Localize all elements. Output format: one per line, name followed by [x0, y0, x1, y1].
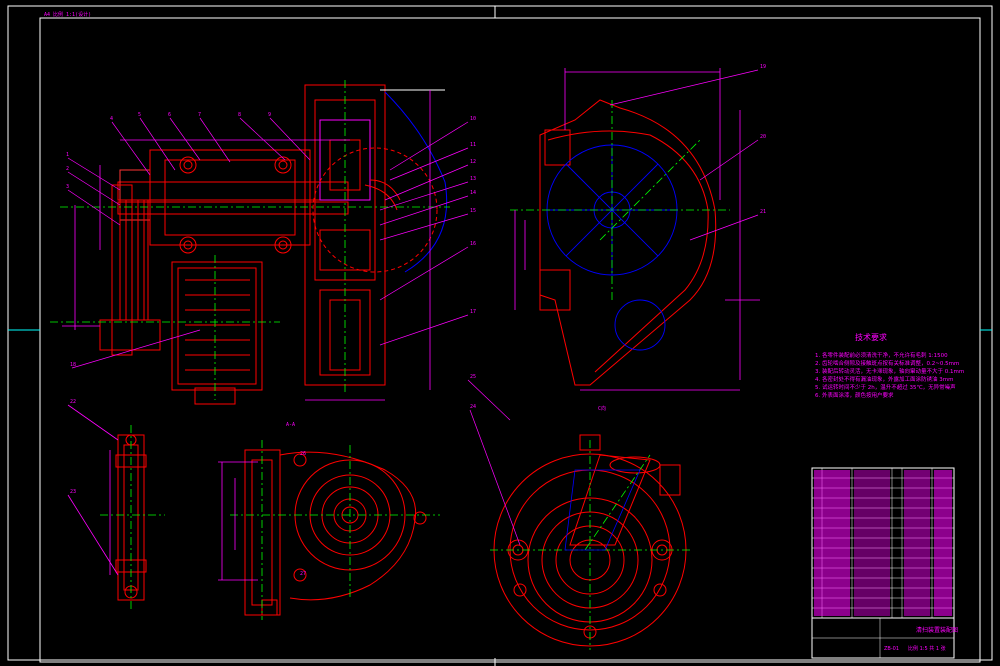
tech-req-item: 2. 齿轮啮合侧隙及接触斑点按有关标准调整，0.2~0.5mm: [815, 359, 959, 367]
tech-requirements: 技术要求 1. 各零件装配前必须清洗干净，不允许有毛刺 1:1500 2. 齿轮…: [815, 332, 964, 399]
main-center-lines: [50, 80, 450, 400]
section-balloon-leaders: [609, 69, 759, 241]
balloon-number: 26: [300, 451, 306, 457]
balloon-number: 21: [760, 209, 766, 215]
balloon-number: 19: [760, 64, 766, 70]
tech-req-item: 3. 装配后转动灵活，无卡滞现象，轴向窜动量不大于 0.1mm: [815, 367, 964, 375]
balloon-number: 11: [470, 142, 476, 148]
section-a-center: [230, 440, 440, 620]
balloon-number: 20: [760, 134, 766, 140]
top-left-label: A4 比例 1:1(设计): [44, 11, 91, 18]
balloon-number: 17: [470, 309, 476, 315]
tech-req-item: 6. 外表面涂漆，颜色按用户要求: [815, 391, 894, 399]
balloon-number: 2: [66, 166, 69, 172]
main-assembly-view: [99, 84, 401, 405]
balloon-number: 15: [470, 208, 476, 214]
view-c-leader-2: [467, 379, 511, 421]
bom-text-blocks: [814, 470, 952, 616]
tech-requirements-title: 技术要求: [855, 332, 887, 342]
tech-req-item: 1. 各零件装配前必须清洗干净，不允许有毛刺 1:1500: [815, 351, 948, 359]
section-view-right: [539, 99, 717, 386]
balloon-number: 16: [470, 241, 476, 247]
tech-req-item: 5. 试运转时间不少于 2h，温升不超过 35℃，无异常噪声: [815, 383, 956, 391]
main-balloon-leaders: [67, 117, 469, 369]
balloon-number: 23: [70, 489, 76, 495]
balloon-number: 14: [470, 190, 476, 196]
cad-drawing-canvas: A4 比例 1:1(设计) 技术要求 1. 各零件装配前必须清洗干净，不允许有毛…: [7, 5, 993, 666]
balloon-number: 12: [470, 159, 476, 165]
balloon-number: 27: [300, 571, 306, 577]
view-c-label: C向: [598, 405, 606, 412]
drawing-name: 清扫装置装配图: [916, 626, 958, 634]
balloon-number: 6: [168, 112, 171, 118]
balloon-number: 7: [198, 112, 201, 118]
view-c-leader: [469, 409, 521, 546]
title-block: 清扫装置装配图 ZB-01 比例 1:5 共 1 张: [811, 467, 958, 659]
balloon-number: 8: [238, 112, 241, 118]
balloon-number: 13: [470, 176, 476, 182]
balloon-number: 18: [70, 362, 76, 368]
section-a-view: [244, 449, 427, 616]
balloon-number: 24: [470, 404, 476, 410]
drawing-number: ZB-01: [884, 646, 899, 652]
balloon-number: 1: [66, 152, 69, 158]
drawing-footer: 比例 1:5 共 1 张: [908, 645, 946, 652]
balloon-number: 4: [110, 116, 113, 122]
tech-req-item: 4. 各密封处不得有漏油现象，外露加工面涂防锈油 3mm: [815, 375, 953, 383]
balloon-number: 10: [470, 116, 476, 122]
balloon-number: 25: [470, 374, 476, 380]
balloon-number: 22: [70, 399, 76, 405]
balloon-number: 9: [268, 112, 271, 118]
balloon-number: 5: [138, 112, 141, 118]
section-dimensions: [514, 68, 760, 391]
view-c-hidden: [564, 469, 641, 551]
balloon-number: 3: [66, 184, 69, 190]
section-a-label: A-A: [286, 422, 295, 428]
